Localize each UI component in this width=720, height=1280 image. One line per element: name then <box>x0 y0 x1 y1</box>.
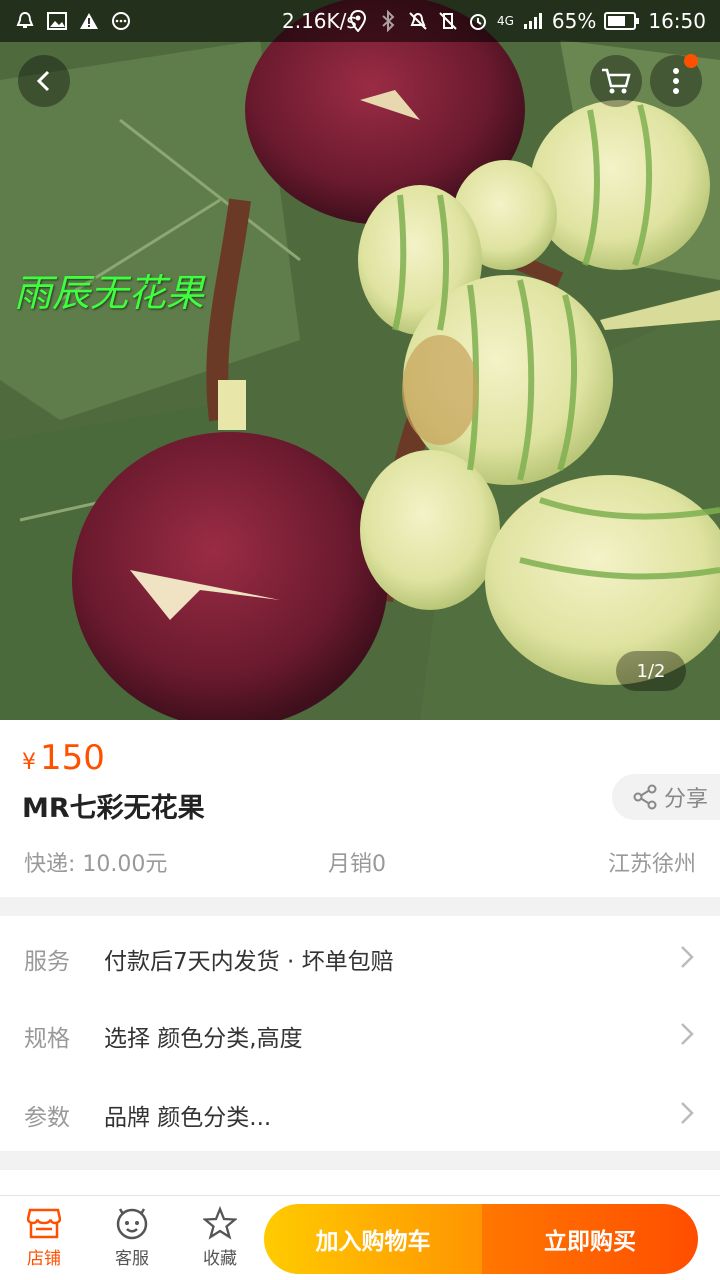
chevron-right-icon <box>680 1019 694 1054</box>
chevron-right-icon <box>680 1098 694 1133</box>
favorite-label: 收藏 <box>203 1249 237 1269</box>
cart-button[interactable] <box>590 55 642 107</box>
clock: 16:50 <box>648 9 706 33</box>
option-label: 参数 <box>24 1105 70 1131</box>
battery-icon <box>604 10 640 32</box>
product-photo <box>0 0 720 720</box>
more-vertical-icon <box>673 68 679 94</box>
shipping-fee: 快递: 10.00元 <box>24 852 168 877</box>
chevron-left-icon <box>36 70 50 92</box>
price-value: 150 <box>40 738 105 778</box>
service-label: 客服 <box>115 1249 149 1269</box>
currency-symbol: ¥ <box>22 750 36 775</box>
store-icon <box>27 1206 61 1240</box>
option-value: 付款后7天内发货 · 坏单包赔 <box>104 949 394 975</box>
share-icon <box>633 784 657 810</box>
signal-icon <box>522 10 544 32</box>
chevron-right-icon <box>680 942 694 977</box>
image-pager: 1/2 <box>616 651 686 691</box>
option-row-spec[interactable]: 规格 选择 颜色分类,高度 <box>0 997 720 1075</box>
product-info: ¥ 150 MR七彩无花果 分享 快递: 10.00元 月销0 江苏徐州 <box>0 720 720 897</box>
store-label: 店铺 <box>27 1249 61 1269</box>
alarm-clock-icon <box>467 10 489 32</box>
price: ¥ 150 <box>22 738 105 778</box>
product-image-carousel[interactable] <box>0 0 720 720</box>
shopping-cart-icon <box>602 68 631 94</box>
option-row-service[interactable]: 服务 付款后7天内发货 · 坏单包赔 <box>0 920 720 998</box>
image-notification-icon <box>46 10 68 32</box>
ship-from-location: 江苏徐州 <box>607 852 696 877</box>
share-button[interactable]: 分享 <box>612 774 720 820</box>
bluetooth-icon <box>377 10 399 32</box>
image-watermark: 雨辰无花果 <box>14 271 205 315</box>
product-detail-page: 雨辰无花果 1/2 2.16K/s 4G 65% 16:50 ¥ 150 MR七… <box>0 0 720 1280</box>
product-options: 服务 付款后7天内发货 · 坏单包赔 规格 选择 颜色分类,高度 参数 品牌 颜… <box>0 916 720 1151</box>
battery-percent: 65% <box>551 9 597 33</box>
notification-dot <box>684 54 698 68</box>
add-to-cart-button[interactable]: 加入购物车 <box>264 1204 482 1274</box>
customer-service-icon <box>115 1206 149 1240</box>
favorite-button[interactable]: 收藏 <box>185 1206 255 1269</box>
customer-service-button[interactable]: 客服 <box>97 1206 167 1269</box>
alarm-notification-icon <box>14 10 36 32</box>
more-notifications-icon <box>110 10 132 32</box>
star-icon <box>203 1206 237 1240</box>
vibrate-off-icon <box>437 10 459 32</box>
network-type: 4G <box>496 14 514 28</box>
monthly-sales: 月销0 <box>328 852 386 877</box>
option-value: 选择 颜色分类,高度 <box>104 1026 303 1052</box>
bottom-action-bar: 店铺 客服 收藏 加入购物车 立即购买 <box>0 1195 720 1280</box>
mute-icon <box>407 10 429 32</box>
store-button[interactable]: 店铺 <box>9 1206 79 1269</box>
option-value: 品牌 颜色分类... <box>104 1105 272 1131</box>
status-bar: 2.16K/s 4G 65% 16:50 <box>0 0 720 42</box>
warning-icon <box>78 10 100 32</box>
back-button[interactable] <box>18 55 70 107</box>
option-row-params[interactable]: 参数 品牌 颜色分类... <box>0 1076 720 1154</box>
product-title: MR七彩无花果 <box>22 793 205 824</box>
buy-now-button[interactable]: 立即购买 <box>482 1204 698 1274</box>
network-speed: 2.16K/s <box>282 9 357 33</box>
share-label: 分享 <box>664 787 709 812</box>
option-label: 服务 <box>24 949 70 975</box>
option-label: 规格 <box>24 1026 70 1052</box>
